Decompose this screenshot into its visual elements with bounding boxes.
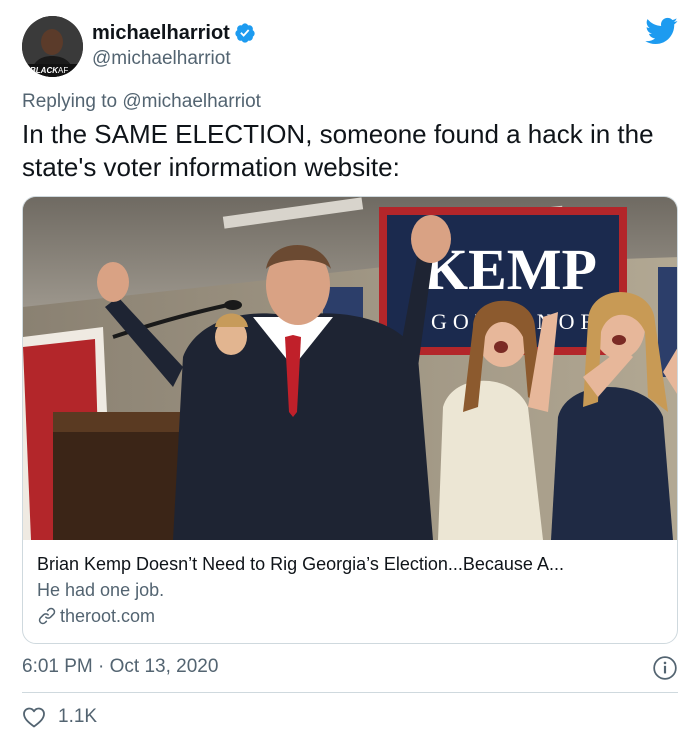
heart-icon[interactable] [22, 706, 46, 728]
link-card[interactable]: KEMP GOVERNOR [22, 196, 678, 644]
reply-mention-link[interactable]: @michaelharriot [122, 91, 261, 112]
avatar-caption-suffix: AF [58, 66, 68, 75]
replying-to: Replying to @michaelharriot [22, 88, 261, 116]
card-title[interactable]: Brian Kemp Doesn’t Need to Rig Georgia’s… [37, 551, 667, 577]
user-handle[interactable]: @michaelharriot [92, 46, 256, 72]
like-button[interactable]: 1.1K [22, 706, 97, 728]
twitter-bird-icon[interactable] [644, 16, 678, 51]
card-text[interactable]: Brian Kemp Doesn’t Need to Rig Georgia’s… [37, 551, 667, 629]
verified-badge-icon [234, 22, 256, 44]
avatar-image: BLACK AF [22, 16, 83, 77]
divider [22, 692, 678, 693]
replying-prefix: Replying to [22, 91, 123, 112]
avatar-caption: BLACK [30, 66, 59, 75]
info-icon[interactable] [652, 655, 678, 686]
card-description: He had one job. [37, 580, 165, 600]
tweet-text: In the SAME ELECTION, someone found a ha… [22, 119, 654, 182]
card-image[interactable]: KEMP GOVERNOR [23, 197, 678, 540]
link-icon [38, 607, 56, 625]
tweet-timestamp[interactable]: 6:01 PM · Oct 13, 2020 [22, 654, 218, 680]
card-domain-text[interactable]: theroot.com [60, 603, 155, 629]
author-info: michaelharriot @michaelharriot [92, 20, 256, 72]
author-name-row[interactable]: michaelharriot [92, 20, 256, 46]
avatar[interactable]: BLACK AF [22, 16, 83, 77]
display-name[interactable]: michaelharriot [92, 20, 230, 46]
card-domain[interactable]: theroot.com [37, 603, 667, 629]
like-count: 1.1K [58, 706, 98, 727]
